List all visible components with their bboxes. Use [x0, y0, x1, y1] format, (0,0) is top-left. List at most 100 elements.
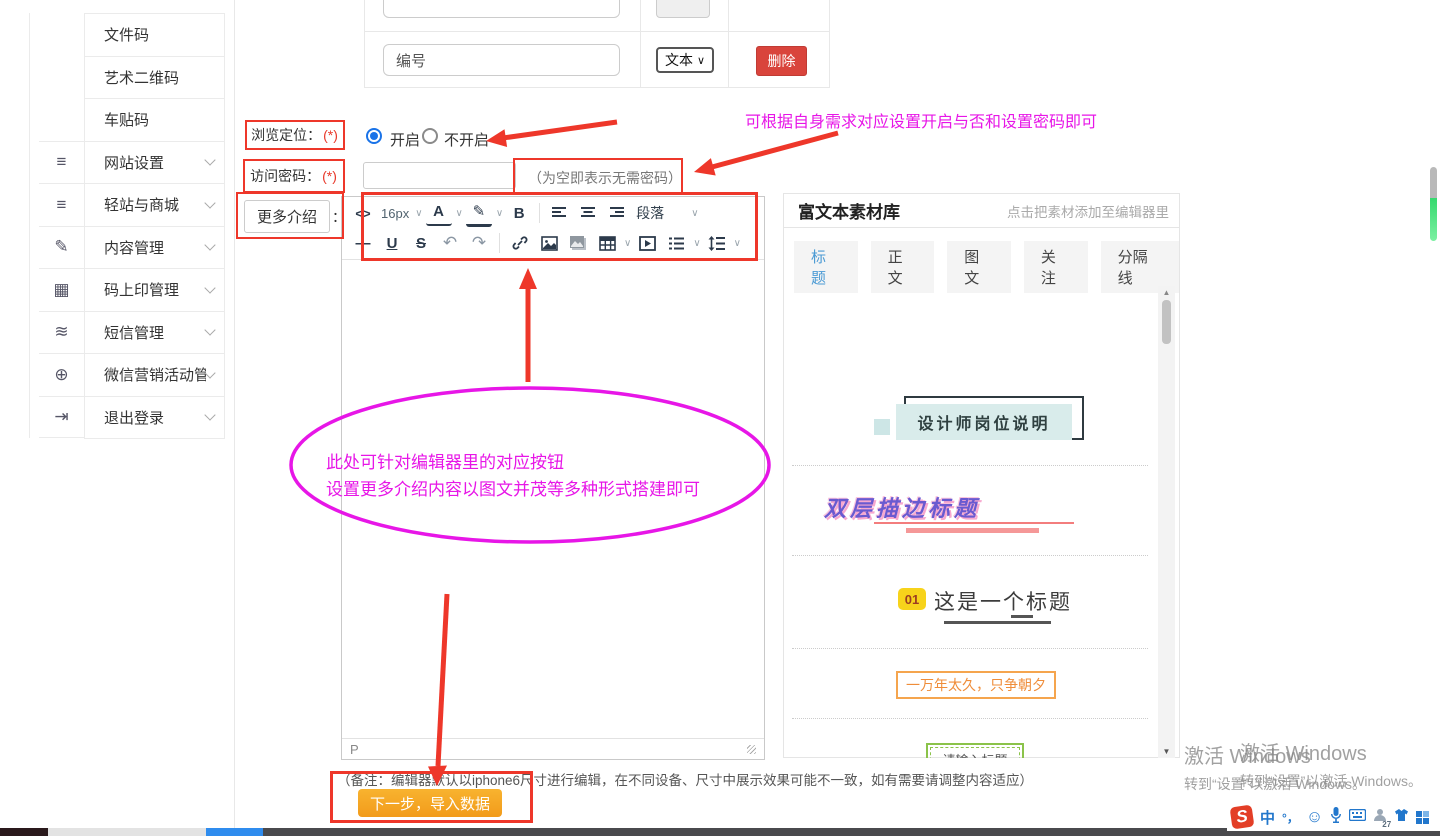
- browse-on-radio[interactable]: [366, 128, 382, 144]
- image-icon[interactable]: [536, 231, 562, 255]
- strikethrough-icon[interactable]: S: [408, 231, 434, 255]
- lite-site-mall-icon: ≡: [39, 183, 84, 226]
- field-number-input[interactable]: [383, 44, 620, 76]
- sidebar-left-border: [29, 13, 30, 438]
- chevron-down-icon[interactable]: ∨: [496, 208, 503, 219]
- access-password-input[interactable]: [363, 162, 516, 189]
- chevron-down-icon: [204, 240, 215, 251]
- ime-punctuation-icon[interactable]: °，: [1282, 809, 1299, 826]
- sidebar-icon-column: ≡ ≡ ✎ ▦ ≋ ⊕ ⇥: [39, 141, 84, 439]
- align-right-icon[interactable]: [605, 201, 631, 225]
- material-panel-header: 富文本素材库 点击把素材添加至编辑器里: [784, 194, 1179, 228]
- chevron-down-icon: [204, 155, 215, 166]
- material-slogan[interactable]: 一万年太久，只争朝夕: [896, 671, 1056, 699]
- redo-icon[interactable]: ↷: [466, 231, 492, 255]
- ime-mode-chinese[interactable]: 中: [1260, 807, 1275, 828]
- chevron-down-icon[interactable]: ∨: [456, 208, 463, 219]
- annotation-ellipse-line2: 设置更多介绍内容以图文并茂等多种形式搭建即可: [326, 475, 700, 500]
- material-number-badge[interactable]: 01: [898, 588, 926, 610]
- scroll-down-icon[interactable]: ▼: [1158, 747, 1175, 756]
- video-icon[interactable]: [634, 231, 660, 255]
- editor-toolbar: <> 16px ∨ A ∨ ✎ ∨ B 段落 ∨ — U S ↶ ↷ ∨: [342, 197, 764, 260]
- editor-status-bar: P: [342, 738, 764, 759]
- paragraph-format-select[interactable]: 段落: [634, 201, 666, 225]
- material-boxed-title[interactable]: 设计师岗位说明: [874, 404, 1084, 450]
- sidebar-item-sms-manage[interactable]: 短信管理: [85, 312, 224, 355]
- annotation-ellipse-line1: 此处可针对编辑器里的对应按钮: [326, 448, 564, 473]
- material-panel-hint: 点击把素材添加至编辑器里: [1007, 201, 1169, 221]
- required-asterisk: (*): [323, 127, 338, 143]
- keyboard-icon[interactable]: [1349, 808, 1366, 826]
- material-list: 设计师岗位说明 双层描边标题 01 这是一个标题 一万年太久，只争朝夕 请输入标…: [784, 286, 1156, 758]
- table-icon[interactable]: [594, 231, 620, 255]
- chevron-down-icon[interactable]: ∨: [734, 238, 741, 249]
- scroll-up-icon[interactable]: ▲: [1158, 288, 1175, 297]
- field-type-select[interactable]: 文本 ∨: [656, 47, 714, 73]
- field-name-input-clipped[interactable]: [383, 0, 620, 18]
- skin-person-icon[interactable]: 27: [1373, 808, 1387, 827]
- next-step-button[interactable]: 下一步，导入数据: [358, 789, 502, 817]
- windows-activation-watermark-ghost: 激活 Windows 转到“设置”以激活 Windows。: [1240, 737, 1422, 791]
- sms-manage-icon: ≋: [39, 311, 84, 354]
- dotted-divider: [792, 465, 1148, 466]
- sidebar-item-art-qrcode[interactable]: 艺术二维码: [85, 57, 224, 100]
- website-settings-icon: ≡: [39, 141, 84, 184]
- sidebar-item-wechat-marketing[interactable]: 微信营销活动管理: [85, 354, 224, 397]
- material-double-outline-title[interactable]: 双层描边标题: [824, 491, 980, 523]
- content-manage-icon: ✎: [39, 226, 84, 269]
- sidebar-item-lite-site-mall[interactable]: 轻站与商城: [85, 184, 224, 227]
- sidebar-item-qr-print-manage[interactable]: 码上印管理: [85, 269, 224, 312]
- font-color-icon[interactable]: A: [426, 200, 452, 226]
- font-size-select[interactable]: 16px: [379, 201, 411, 225]
- field-type-select-disabled: [656, 0, 710, 18]
- chevron-down-icon[interactable]: ∨: [691, 208, 698, 219]
- underline-icon[interactable]: U: [379, 231, 405, 255]
- more-intro-button[interactable]: 更多介绍: [244, 200, 330, 233]
- browse-off-label: 不开启: [444, 129, 489, 150]
- line-height-icon[interactable]: [704, 231, 730, 255]
- wechat-marketing-icon: ⊕: [39, 353, 84, 396]
- sidebar-item-file-code[interactable]: 文件码: [85, 14, 224, 57]
- resize-handle-icon[interactable]: [747, 745, 756, 754]
- ordered-list-icon[interactable]: [663, 231, 689, 255]
- chevron-down-icon: [204, 197, 215, 208]
- panel-scrollbar[interactable]: ▲ ▼: [1158, 286, 1175, 758]
- highlight-color-icon[interactable]: ✎: [466, 200, 492, 227]
- material-input-title[interactable]: 请输入标题: [926, 743, 1024, 758]
- horizontal-rule-icon[interactable]: —: [350, 231, 376, 255]
- select-caret-icon: ∨: [697, 54, 705, 67]
- scrollbar-thumb[interactable]: [1162, 300, 1171, 344]
- align-left-icon[interactable]: [547, 201, 573, 225]
- table-row-border: [364, 31, 830, 32]
- chevron-down-icon[interactable]: ∨: [415, 208, 422, 219]
- browse-off-radio[interactable]: [422, 128, 438, 144]
- chevron-down-icon: [204, 410, 215, 421]
- gallery-icon[interactable]: [565, 231, 591, 255]
- sidebar-item-website-settings[interactable]: 网站设置: [85, 142, 224, 185]
- emoji-icon[interactable]: ☺: [1306, 807, 1323, 827]
- sogou-logo-icon[interactable]: S: [1230, 805, 1255, 830]
- bold-icon[interactable]: B: [506, 201, 532, 225]
- delete-field-button[interactable]: 删除: [756, 46, 807, 76]
- material-number-title[interactable]: 这是一个标题: [934, 586, 1072, 616]
- ime-menu-grid-icon[interactable]: [1416, 811, 1429, 824]
- undo-icon[interactable]: ↶: [437, 231, 463, 255]
- scroll-indicator-pill[interactable]: [1430, 167, 1437, 241]
- sidebar-item-car-sticker-code[interactable]: 车贴码: [85, 99, 224, 142]
- chevron-down-icon[interactable]: ∨: [624, 238, 631, 249]
- table-col-border: [640, 0, 641, 88]
- content-divider: [234, 0, 235, 828]
- chevron-down-icon[interactable]: ∨: [693, 238, 700, 249]
- code-view-icon[interactable]: <>: [350, 201, 376, 225]
- block-tag-indicator: P: [350, 742, 359, 757]
- rich-text-material-panel: 富文本素材库 点击把素材添加至编辑器里 标题 正文 图文 关注 分隔线 设计师岗…: [783, 193, 1180, 758]
- skin-shirt-icon[interactable]: [1394, 808, 1409, 827]
- link-icon[interactable]: [507, 231, 533, 255]
- dotted-divider: [792, 718, 1148, 719]
- align-center-icon[interactable]: [576, 201, 602, 225]
- table-col-border: [728, 0, 729, 88]
- sidebar-item-content-manage[interactable]: 内容管理: [85, 227, 224, 270]
- microphone-icon[interactable]: [1330, 807, 1342, 828]
- browse-on-label: 开启: [390, 129, 420, 150]
- sidebar-item-logout[interactable]: 退出登录: [85, 397, 224, 440]
